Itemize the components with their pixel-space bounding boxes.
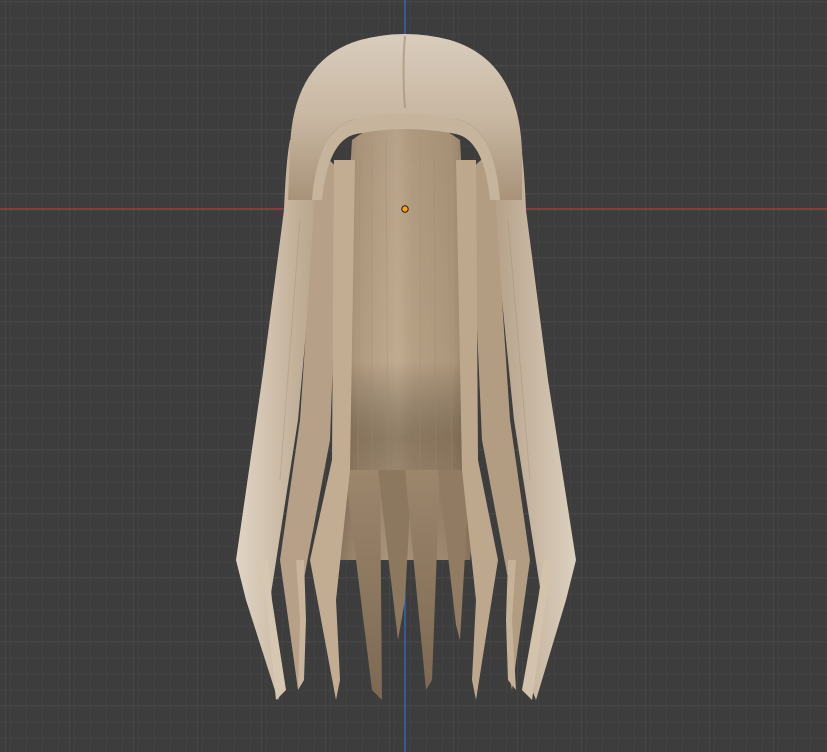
object-origin-point[interactable]: [401, 205, 409, 213]
viewport-canvas[interactable]: [0, 0, 827, 752]
3d-viewport[interactable]: [0, 0, 827, 752]
